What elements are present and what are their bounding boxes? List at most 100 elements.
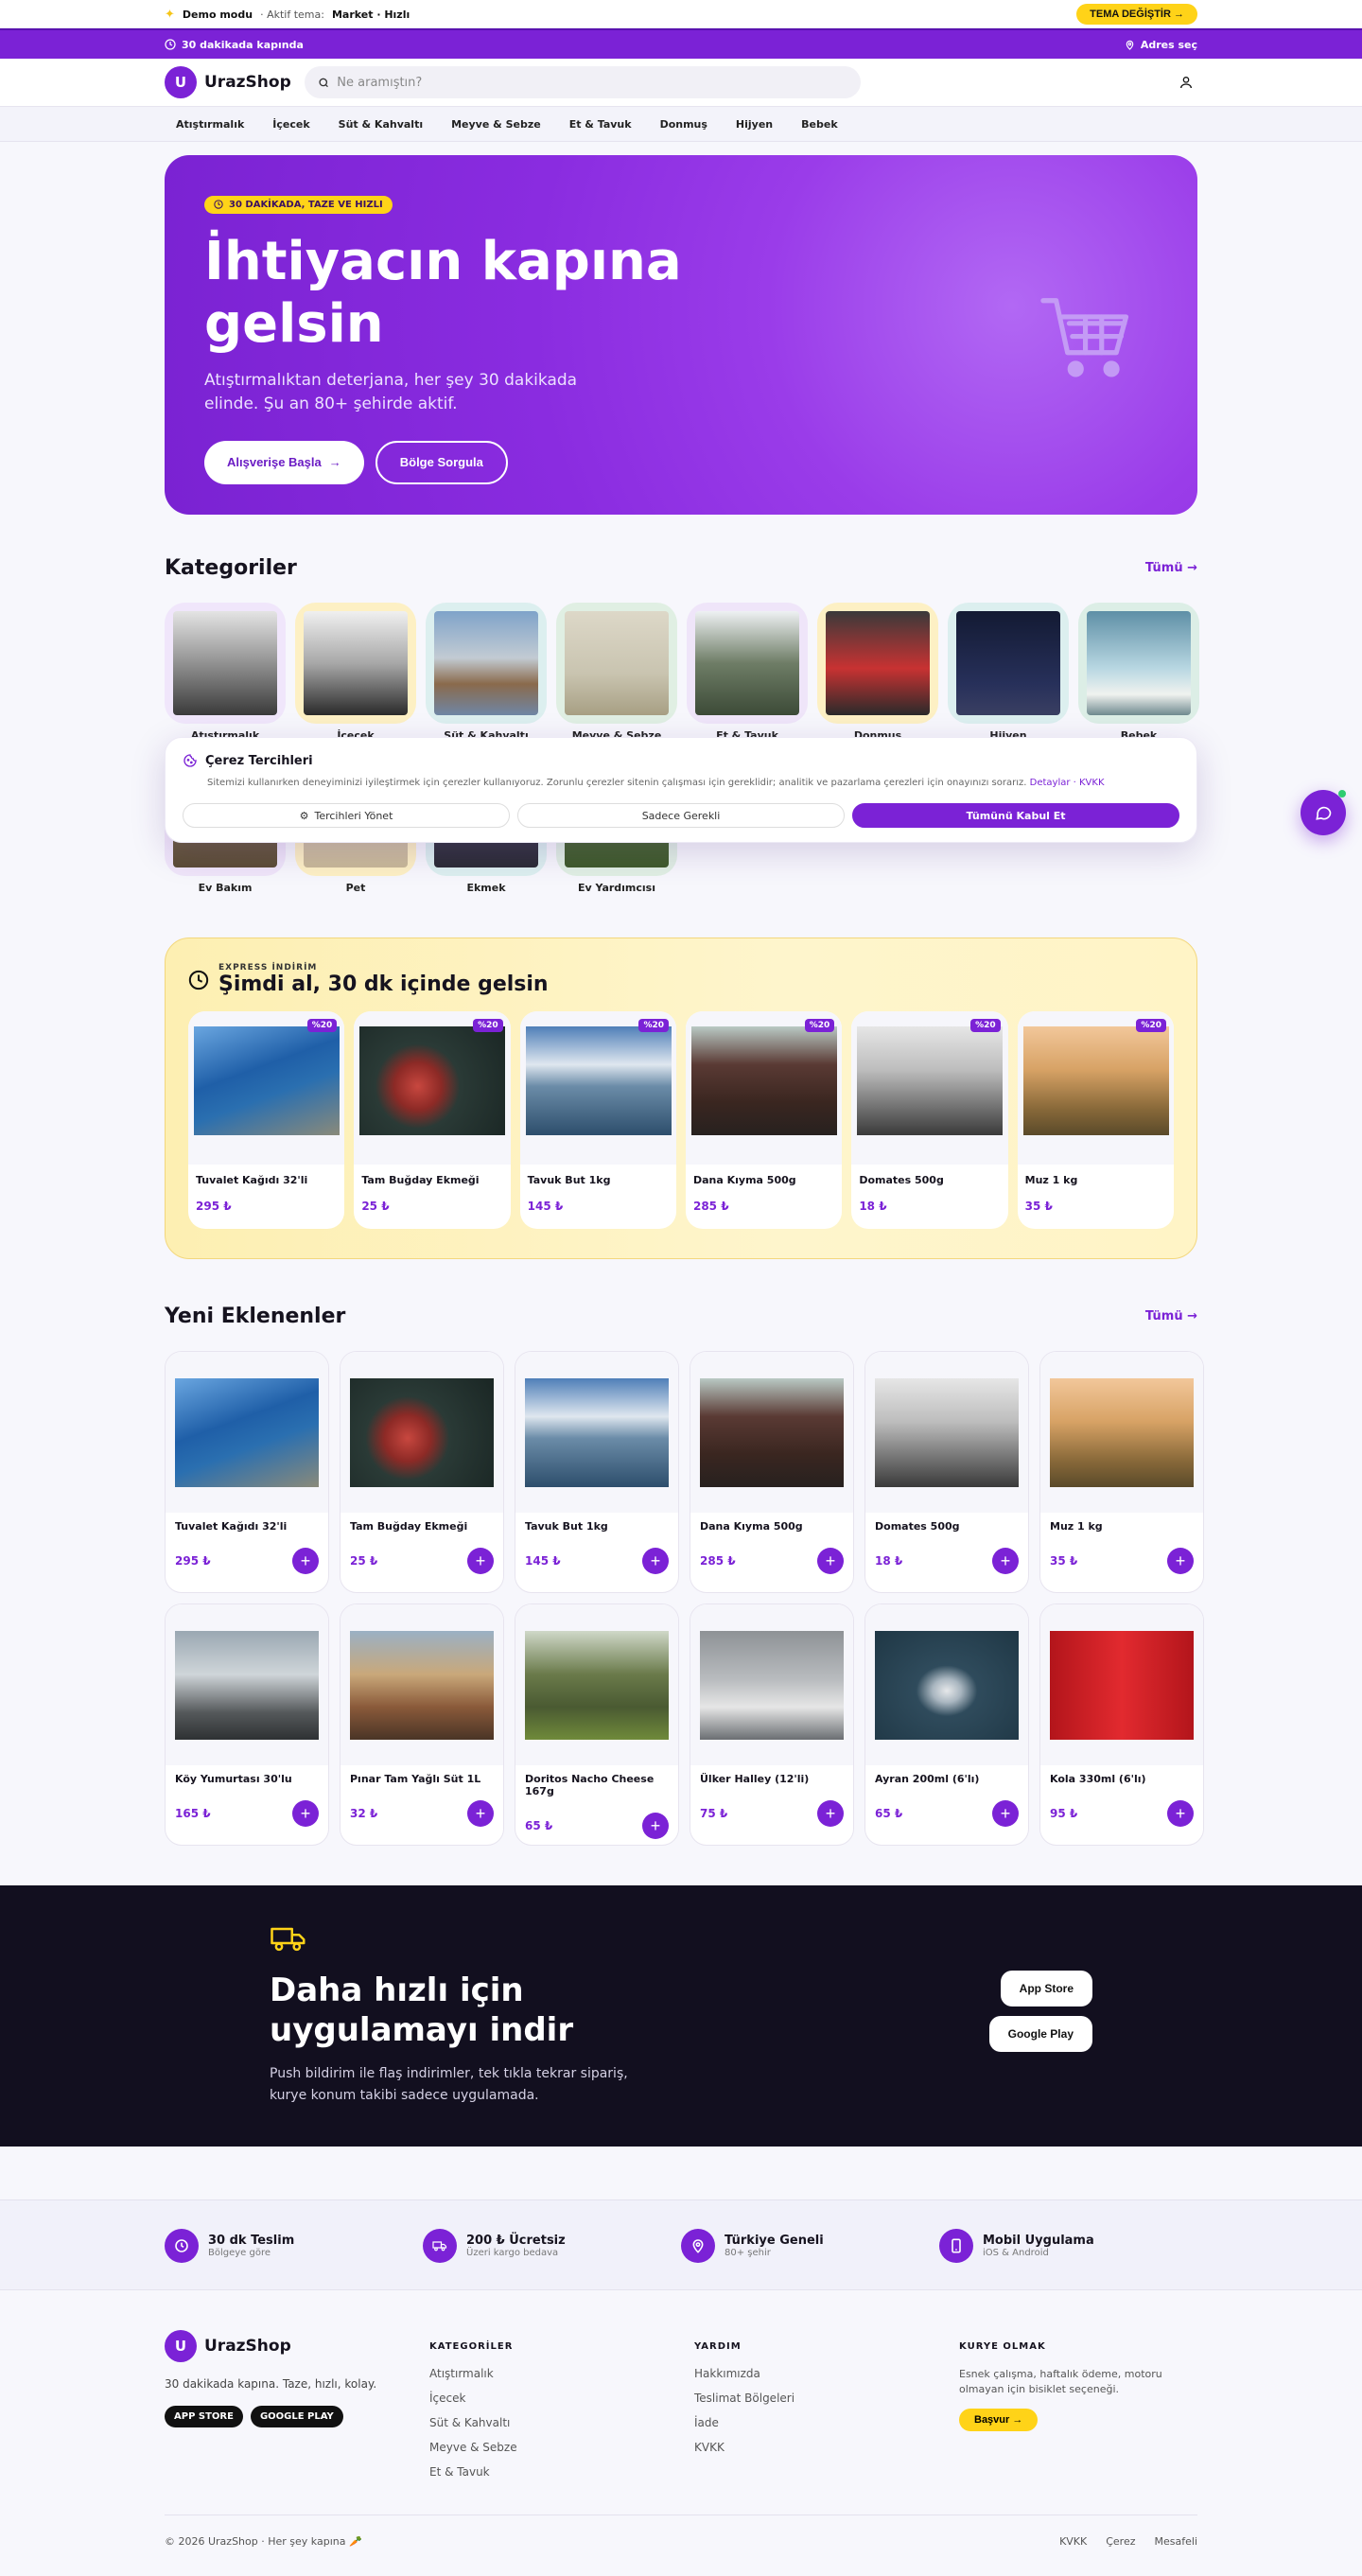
feature-sub: iOS & Android <box>983 2248 1049 2258</box>
add-to-cart-button[interactable]: + <box>292 1548 319 1574</box>
footer-link[interactable]: Hakkımızda <box>694 2367 959 2380</box>
discount-badge: %20 <box>473 1019 503 1032</box>
category-card[interactable]: Hijyen <box>948 603 1069 742</box>
express-product-card[interactable]: %20 Domates 500g 18 ₺ <box>851 1011 1008 1229</box>
add-to-cart-button[interactable]: + <box>992 1800 1019 1827</box>
footer-logo[interactable]: U UrazShop <box>165 2330 429 2362</box>
product-card[interactable]: Ayran 200ml (6'lı) 65 ₺ + <box>864 1603 1029 1846</box>
address-select[interactable]: Adres seç <box>1125 39 1197 51</box>
category-card[interactable]: Et & Tavuk <box>687 603 808 742</box>
nav-item-icecek[interactable]: İçecek <box>272 118 309 131</box>
google-play-button[interactable]: Google Play <box>988 2016 1092 2052</box>
cookie-details-link[interactable]: Detaylar · KVKK <box>1030 778 1105 788</box>
nav-item-donmus[interactable]: Donmuş <box>660 118 707 131</box>
category-card[interactable]: Bebek <box>1078 603 1199 742</box>
add-to-cart-button[interactable]: + <box>467 1548 494 1574</box>
search-input[interactable] <box>337 75 847 90</box>
footer-link[interactable]: Atıştırmalık <box>429 2367 694 2380</box>
nav-item-meyve-sebze[interactable]: Meyve & Sebze <box>451 118 541 131</box>
product-price: 165 ₺ <box>175 1807 211 1820</box>
nav-item-sut-kahvalti[interactable]: Süt & Kahvaltı <box>339 118 423 131</box>
footer-link[interactable]: Teslimat Bölgeleri <box>694 2392 959 2405</box>
add-to-cart-button[interactable]: + <box>992 1548 1019 1574</box>
product-card[interactable]: Ülker Halley (12'li) 75 ₺ + <box>690 1603 854 1846</box>
express-product-card[interactable]: %20 Tavuk But 1kg 145 ₺ <box>519 1011 676 1229</box>
add-to-cart-button[interactable]: + <box>467 1800 494 1827</box>
logo[interactable]: U UrazShop <box>165 66 291 98</box>
product-price: 25 ₺ <box>361 1200 390 1213</box>
footer-app-store-button[interactable]: APP STORE <box>165 2406 243 2427</box>
legal-link-cookie[interactable]: Çerez <box>1106 2535 1135 2548</box>
footer-link[interactable]: Süt & Kahvaltı <box>429 2416 694 2429</box>
product-card[interactable]: Dana Kıyma 500g 285 ₺ + <box>690 1351 854 1593</box>
add-to-cart-button[interactable]: + <box>292 1800 319 1827</box>
sparkle-icon: ✦ <box>165 7 175 22</box>
manage-preferences-button[interactable]: ⚙ Tercihleri Yönet <box>183 803 510 828</box>
add-to-cart-button[interactable]: + <box>642 1548 669 1574</box>
footer-link[interactable]: Et & Tavuk <box>429 2465 694 2479</box>
product-card[interactable]: Domates 500g 18 ₺ + <box>864 1351 1029 1593</box>
add-to-cart-button[interactable]: + <box>817 1800 844 1827</box>
apply-courier-button[interactable]: Başvur → <box>959 2409 1039 2431</box>
category-card[interactable]: Donmuş <box>817 603 938 742</box>
category-card[interactable]: Süt & Kahvaltı <box>426 603 547 742</box>
delivery-strip: 30 dakikada kapında Adres seç <box>0 28 1362 59</box>
category-card[interactable]: Meyve & Sebze <box>556 603 677 742</box>
product-name: Tavuk But 1kg <box>525 1520 608 1533</box>
add-to-cart-button[interactable]: + <box>817 1548 844 1574</box>
user-icon[interactable] <box>1175 71 1197 94</box>
legal-link-distance[interactable]: Mesafeli <box>1155 2535 1197 2548</box>
product-card[interactable]: Muz 1 kg 35 ₺ + <box>1039 1351 1204 1593</box>
product-card[interactable]: Köy Yumurtası 30'lu 165 ₺ + <box>165 1603 329 1846</box>
app-banner-title: Daha hızlı için uygulamayı indir <box>270 1971 574 2049</box>
product-card[interactable]: Tam Buğday Ekmeği 25 ₺ + <box>340 1351 504 1593</box>
product-image-frame <box>690 1604 853 1765</box>
category-card[interactable]: İçecek <box>295 603 416 742</box>
product-footer: 95 ₺ + <box>1040 1785 1203 1827</box>
footer-link[interactable]: İçecek <box>429 2392 694 2405</box>
nav-item-hijyen[interactable]: Hijyen <box>736 118 773 131</box>
legal-link-kvkk[interactable]: KVKK <box>1059 2535 1087 2548</box>
chat-button[interactable] <box>1301 790 1346 835</box>
footer-link[interactable]: KVKK <box>694 2441 959 2454</box>
necessary-only-button[interactable]: Sadece Gerekli <box>517 803 845 828</box>
app-store-button[interactable]: App Store <box>1000 1971 1092 2006</box>
accept-all-button[interactable]: Tümünü Kabul Et <box>852 803 1179 828</box>
clock-icon <box>165 2229 199 2263</box>
add-to-cart-button[interactable]: + <box>1167 1548 1194 1574</box>
category-image <box>304 611 408 715</box>
product-card[interactable]: Doritos Nacho Cheese 167g 65 ₺ + <box>515 1603 679 1846</box>
nav-item-atistirmalik[interactable]: Atıştırmalık <box>176 118 244 131</box>
add-to-cart-button[interactable]: + <box>642 1813 669 1839</box>
express-product-card[interactable]: %20 Dana Kıyma 500g 285 ₺ <box>685 1011 843 1229</box>
footer-link[interactable]: İade <box>694 2416 959 2429</box>
product-card[interactable]: Tavuk But 1kg 145 ₺ + <box>515 1351 679 1593</box>
online-indicator <box>1338 790 1346 797</box>
check-region-button[interactable]: Bölge Sorgula <box>375 440 508 484</box>
footer-link[interactable]: Meyve & Sebze <box>429 2441 694 2454</box>
add-to-cart-button[interactable]: + <box>1167 1800 1194 1827</box>
product-card[interactable]: Tuvalet Kağıdı 32'li 295 ₺ + <box>165 1351 329 1593</box>
express-product-card[interactable]: %20 Muz 1 kg 35 ₺ <box>1017 1011 1174 1229</box>
category-card[interactable]: Atıştırmalık <box>165 603 286 742</box>
cookie-title: Çerez Tercihleri <box>205 753 313 768</box>
nav-item-et-tavuk[interactable]: Et & Tavuk <box>569 118 632 131</box>
product-image <box>525 1378 669 1487</box>
app-banner-text: Push bildirim ile flaş indirimler, tek t… <box>270 2066 628 2103</box>
change-theme-button[interactable]: TEMA DEĞİŞTİR → <box>1076 4 1197 25</box>
search-bar[interactable] <box>304 66 861 98</box>
product-footer: 25 ₺ + <box>340 1533 503 1574</box>
product-name: Ülker Halley (12'li) <box>700 1773 810 1785</box>
product-card[interactable]: Pınar Tam Yağlı Süt 1L 32 ₺ + <box>340 1603 504 1846</box>
express-product-card[interactable]: %20 Tuvalet Kağıdı 32'li 295 ₺ <box>188 1011 345 1229</box>
nav-item-bebek[interactable]: Bebek <box>801 118 838 131</box>
express-product-card[interactable]: %20 Tam Buğday Ekmeği 25 ₺ <box>354 1011 511 1229</box>
product-image <box>175 1378 319 1487</box>
categories-all-link[interactable]: Tümü → <box>1145 561 1197 575</box>
footer-help-title: YARDIM <box>694 2341 742 2352</box>
footer-google-play-button[interactable]: GOOGLE PLAY <box>250 2406 343 2427</box>
new-products-all-link[interactable]: Tümü → <box>1145 1309 1197 1323</box>
start-shopping-button[interactable]: Alışverişe Başla → <box>204 440 364 484</box>
discount-badge: %20 <box>306 1019 338 1032</box>
product-card[interactable]: Kola 330ml (6'lı) 95 ₺ + <box>1039 1603 1204 1846</box>
